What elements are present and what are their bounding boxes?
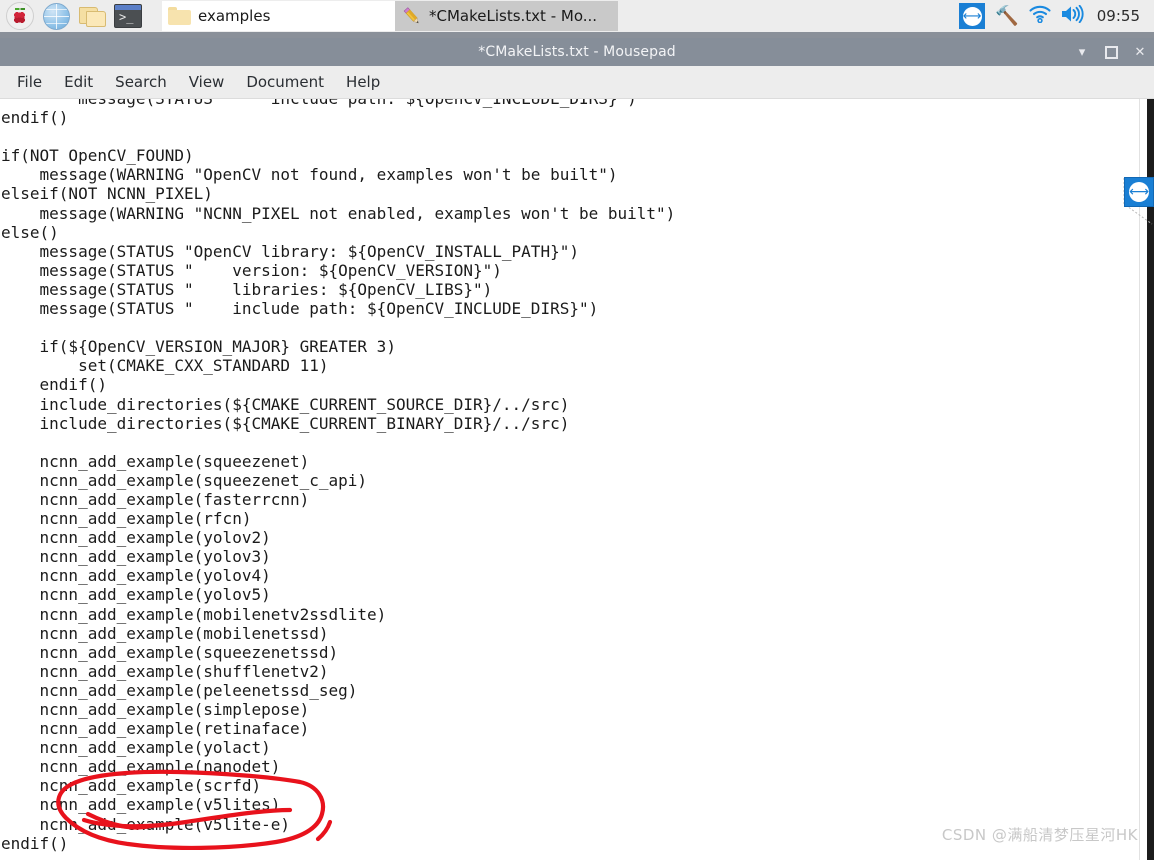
menu-document[interactable]: Document	[235, 69, 335, 95]
raspberry-menu-icon[interactable]	[4, 1, 36, 31]
folder-icon	[168, 6, 192, 26]
teamviewer-icon[interactable]: ⟷	[959, 3, 986, 29]
menu-view[interactable]: View	[178, 69, 236, 95]
screen-root: examples *CMakeLists.txt - Mo... ⟷	[0, 0, 1154, 860]
system-tray: ⟷ 🔨 09:55	[959, 0, 1146, 32]
chevron-down-icon[interactable]: ▾	[1074, 44, 1090, 60]
pencil-icon	[401, 5, 423, 27]
menu-bar: File Edit Search View Document Help	[0, 66, 1154, 99]
clock[interactable]: 09:55	[1097, 7, 1140, 25]
text-editor[interactable]: message(STATUS " include path: ${OpenCV_…	[0, 99, 1122, 860]
double-arrow-icon: ⟷	[1128, 184, 1150, 200]
watermark: CSDN @满船清梦压星河HK	[941, 826, 1138, 844]
menu-file[interactable]: File	[6, 69, 53, 95]
editor-content[interactable]: message(STATUS " include path: ${OpenCV_…	[0, 99, 675, 853]
window-controls: ▾ ✕	[1074, 38, 1148, 66]
taskbar-window-mousepad-label: *CMakeLists.txt - Mo...	[429, 7, 598, 25]
web-browser-icon[interactable]	[40, 1, 72, 31]
editor-area: message(STATUS " include path: ${OpenCV_…	[0, 99, 1154, 860]
terminal-icon[interactable]	[112, 1, 144, 31]
menu-search[interactable]: Search	[104, 69, 178, 95]
teamviewer-floating-icon[interactable]: ⟷	[1124, 177, 1154, 207]
bluetooth-icon[interactable]: 🔨	[995, 6, 1019, 26]
close-icon[interactable]: ✕	[1132, 44, 1148, 60]
menu-help[interactable]: Help	[335, 69, 391, 95]
taskbar: examples *CMakeLists.txt - Mo... ⟷	[0, 0, 1154, 33]
window-titlebar[interactable]: *CMakeLists.txt - Mousepad ▾ ✕	[0, 38, 1154, 66]
taskbar-window-examples-label: examples	[198, 7, 271, 25]
volume-icon[interactable]	[1061, 4, 1085, 27]
taskbar-window-mousepad[interactable]: *CMakeLists.txt - Mo...	[395, 1, 618, 31]
menu-edit[interactable]: Edit	[53, 69, 104, 95]
mousepad-window: *CMakeLists.txt - Mousepad ▾ ✕ File Edit…	[0, 38, 1154, 860]
wifi-icon[interactable]	[1029, 5, 1051, 27]
window-title: *CMakeLists.txt - Mousepad	[478, 44, 676, 60]
file-manager-icon[interactable]	[76, 1, 108, 31]
square-icon[interactable]	[1103, 44, 1119, 60]
taskbar-window-examples[interactable]: examples	[162, 1, 395, 31]
